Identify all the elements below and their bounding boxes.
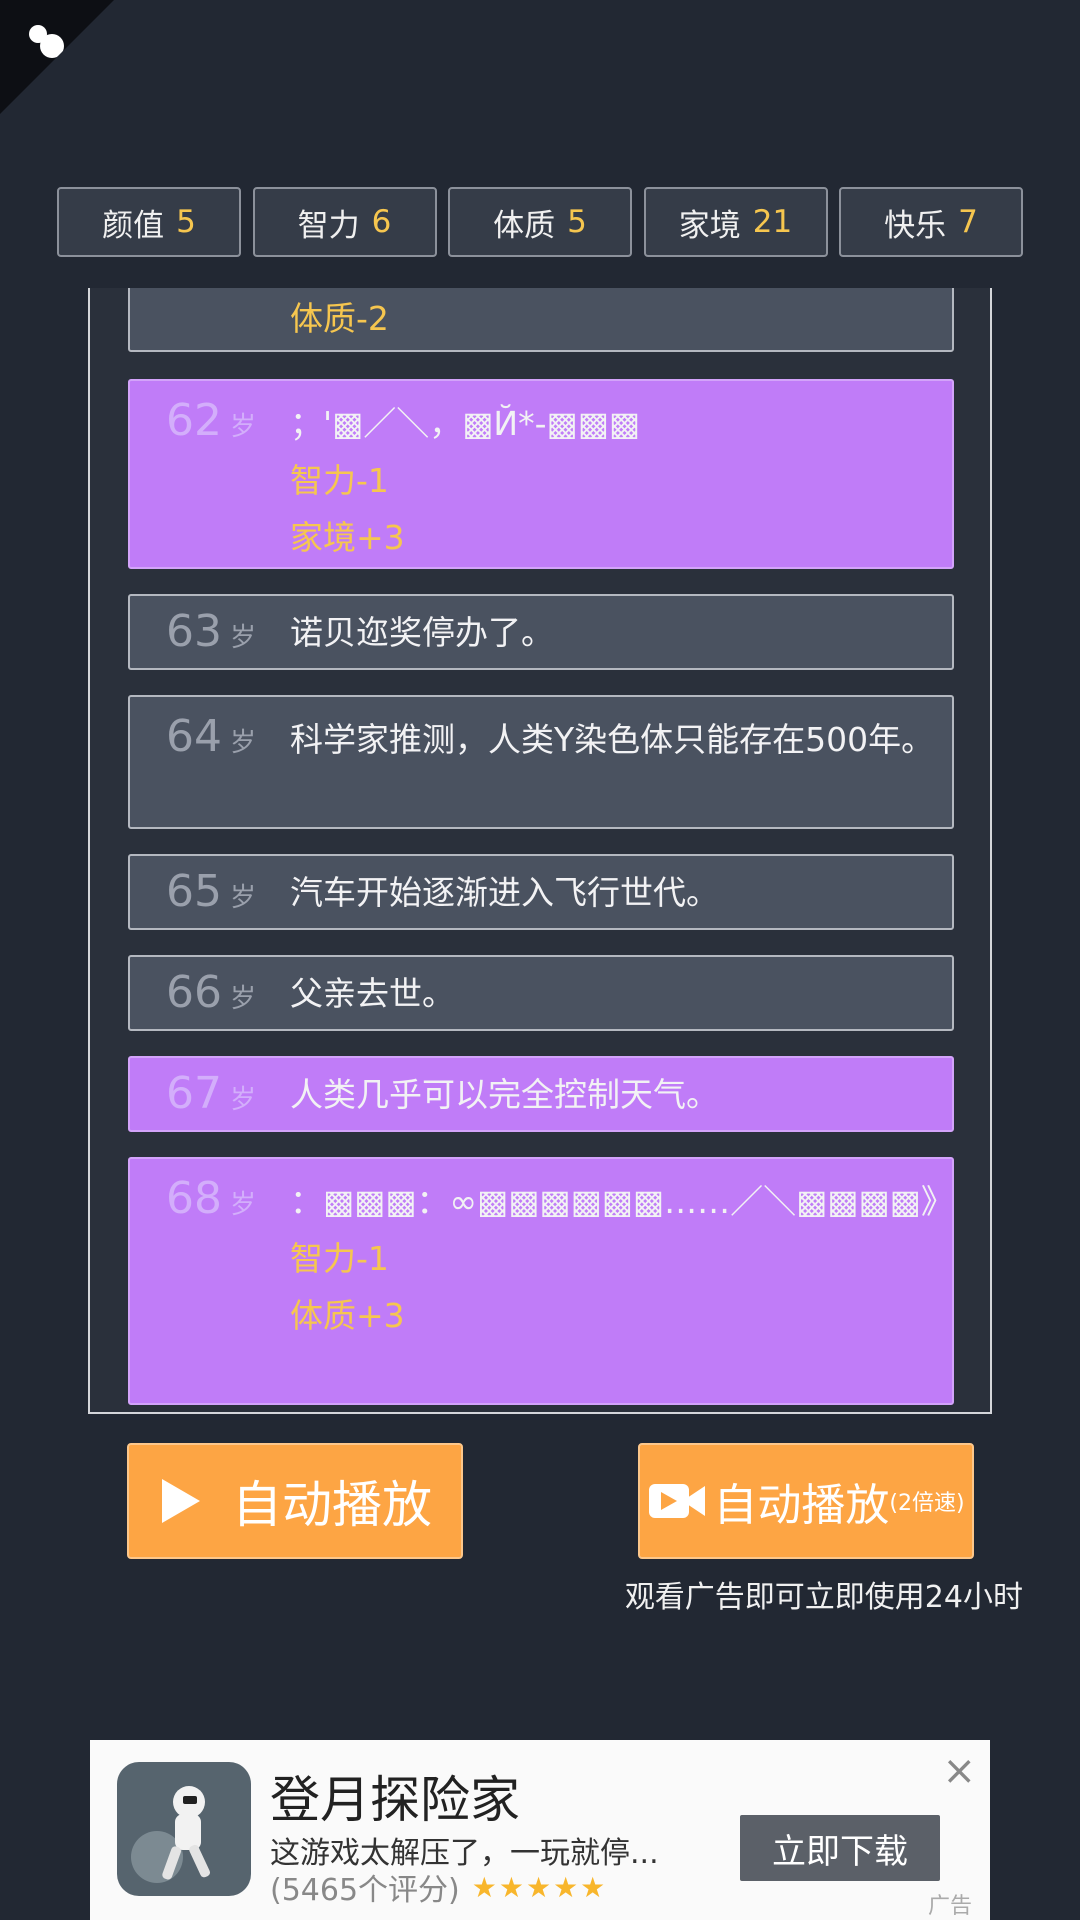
ad-banner[interactable]: 登月探险家 这游戏太解压了，一玩就停... (5465个评分) ★★★★★ 立即… <box>90 1740 990 1920</box>
log-entry: 64 岁 科学家推测，人类Y染色体只能存在500年。 <box>128 695 954 829</box>
astronaut-icon <box>131 1786 210 1883</box>
autoplay-fast-button[interactable]: 自动播放 (2倍速) <box>638 1443 974 1559</box>
video-camera-icon <box>649 1484 706 1518</box>
life-log[interactable]: 体质-2 62 岁 ；'▩／＼，▩Й*-▩▩▩ 智力-1 家境+3 63 岁 诺贝迩… <box>88 288 992 1414</box>
ad-title: 登月探险家 <box>270 1771 520 1829</box>
stat-appearance: 颜值 5 <box>57 187 241 257</box>
log-entry: 63 岁 诺贝迩奖停办了。 <box>128 594 954 670</box>
ad-label: 广告 <box>927 1894 972 1919</box>
autoplay-button[interactable]: 自动播放 <box>127 1443 463 1559</box>
app-icon[interactable] <box>117 1762 251 1896</box>
close-icon[interactable]: × <box>942 1748 976 1794</box>
stat-intelligence: 智力 6 <box>252 187 437 257</box>
star-rating-icon: ★★★★★ <box>471 1870 608 1904</box>
log-entry: 68 岁 ：▩▩▩：∞▩▩▩▩▩▩……／＼▩▩▩▩》 智力-1 体质+3 <box>128 1157 954 1405</box>
ad-hint-text: 观看广告即可立即使用24小时 <box>624 1580 1023 1615</box>
play-icon <box>162 1479 200 1523</box>
stat-constitution: 体质 5 <box>448 187 632 257</box>
stat-family: 家境 21 <box>643 187 828 257</box>
ad-rating: (5465个评分) ★★★★★ <box>270 1870 608 1909</box>
log-entry: 66 岁 父亲去世。 <box>128 955 954 1031</box>
download-button[interactable]: 立即下载 <box>740 1815 940 1881</box>
log-entry: 62 岁 ；'▩／＼，▩Й*-▩▩▩ 智力-1 家境+3 <box>128 379 954 569</box>
stats-bar: 颜值 5 智力 6 体质 5 家境 21 快乐 7 <box>57 187 1023 259</box>
log-entry-partial: 体质-2 <box>128 288 954 352</box>
log-entry: 65 岁 汽车开始逐渐进入飞行世代。 <box>128 854 954 930</box>
stat-happiness: 快乐 7 <box>839 187 1023 257</box>
corner-menu-button[interactable] <box>0 0 114 114</box>
log-entry: 67 岁 人类几乎可以完全控制天气。 <box>128 1056 954 1132</box>
pawn-icon <box>29 25 64 58</box>
